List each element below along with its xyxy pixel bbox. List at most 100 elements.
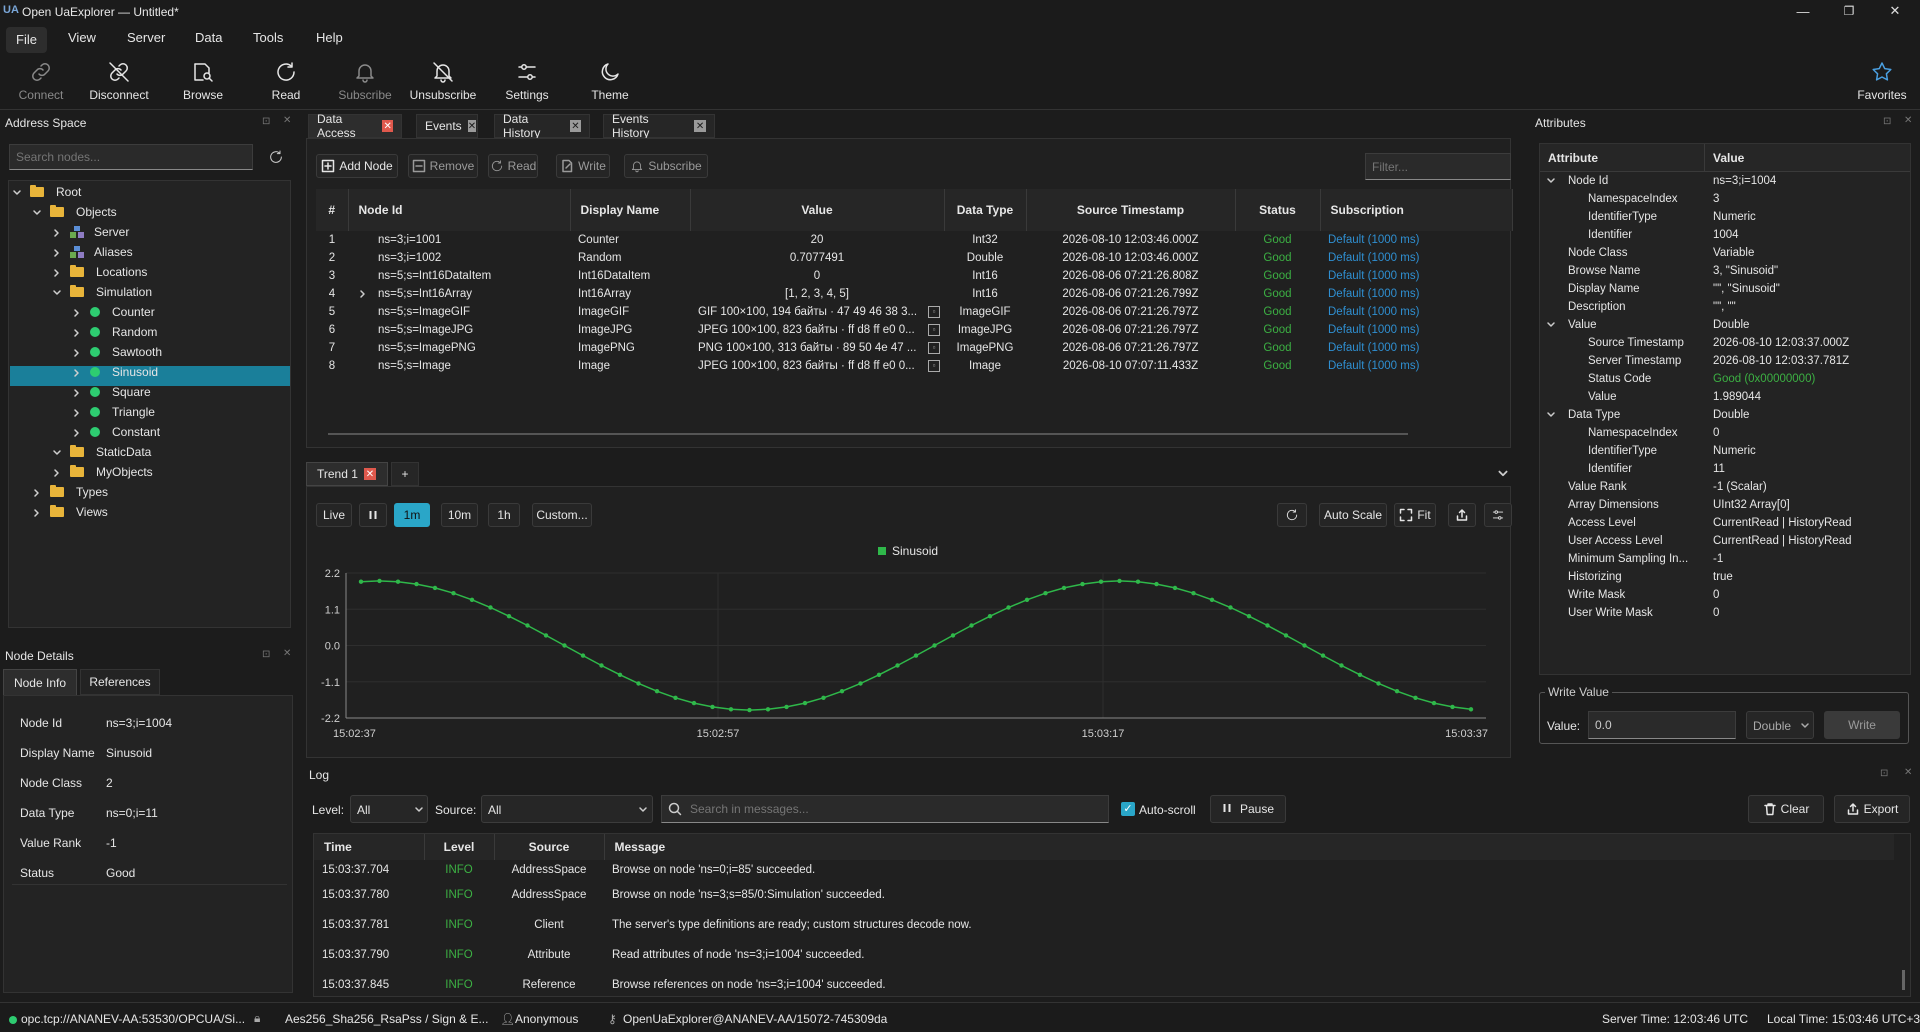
subscribe-node-button[interactable]: Subscribe	[624, 154, 708, 178]
chevron-right-icon[interactable]	[72, 387, 82, 397]
tab-events[interactable]: Events ✕	[416, 114, 478, 138]
chevron-right-icon[interactable]	[72, 367, 82, 377]
chevron-down-icon[interactable]	[1546, 320, 1556, 330]
attribute-row[interactable]: Node Class Variable	[1540, 245, 1910, 263]
close-tab-icon[interactable]: ✕	[467, 120, 477, 132]
minimize-button[interactable]: —	[1780, 0, 1826, 22]
menu-help[interactable]: Help	[306, 30, 353, 45]
close-button[interactable]: ✕	[1872, 0, 1918, 22]
disconnect-button[interactable]: Disconnect	[85, 60, 153, 106]
chevron-down-icon[interactable]	[52, 287, 62, 297]
tab-data-history[interactable]: Data History ✕	[494, 112, 590, 140]
log-search-input[interactable]	[661, 795, 1109, 823]
tab-references[interactable]: References	[80, 669, 160, 695]
chevron-down-icon[interactable]	[1546, 410, 1556, 420]
attribute-row[interactable]: Historizing true	[1540, 569, 1910, 587]
close-tab-icon[interactable]: ✕	[569, 120, 581, 132]
chevron-down-icon[interactable]	[32, 207, 42, 217]
chevron-right-icon[interactable]	[32, 487, 42, 497]
chevron-down-icon[interactable]	[638, 804, 648, 814]
attribute-row[interactable]: Value 1.989044	[1540, 389, 1910, 407]
settings-button[interactable]: Settings	[497, 60, 557, 106]
tree-item-random[interactable]: Random	[72, 322, 162, 342]
connect-button[interactable]: Connect	[12, 60, 70, 106]
menu-data[interactable]: Data	[185, 30, 232, 45]
remove-button[interactable]: Remove	[408, 154, 478, 178]
refresh-tree-icon[interactable]	[268, 149, 284, 165]
attribute-row[interactable]: NamespaceIndex 0	[1540, 425, 1910, 443]
col-header[interactable]: Data Type	[944, 189, 1027, 231]
chevron-right-icon[interactable]	[72, 407, 82, 417]
pause-icon[interactable]	[359, 503, 387, 527]
table-row[interactable]: 6 ns=5;s=ImageJPG ImageJPG JPEG 100×100, 82…	[316, 321, 1512, 339]
auto-scale-button[interactable]: Auto Scale	[1319, 503, 1387, 527]
image-preview-icon[interactable]: ▫	[928, 360, 940, 372]
chevron-right-icon[interactable]	[52, 227, 62, 237]
theme-button[interactable]: Theme	[582, 60, 638, 106]
attribute-row[interactable]: Array Dimensions UInt32 Array[0]	[1540, 497, 1910, 515]
attribute-row[interactable]: Data Type Double	[1540, 407, 1910, 425]
refresh-chart-button[interactable]	[1277, 503, 1307, 527]
tree-item-root[interactable]: Root	[12, 182, 162, 202]
export-chart-button[interactable]	[1448, 503, 1476, 527]
vertical-scrollbar[interactable]	[1902, 970, 1905, 990]
chevron-down-icon[interactable]	[12, 187, 22, 197]
add-trend-tab-button[interactable]: +	[391, 462, 419, 486]
attribute-row[interactable]: Identifier 11	[1540, 461, 1910, 479]
attribute-row[interactable]: IdentifierType Numeric	[1540, 443, 1910, 461]
horizontal-scrollbar[interactable]	[328, 433, 1408, 435]
write-value-input[interactable]	[1588, 711, 1736, 739]
chart-settings-button[interactable]	[1484, 503, 1512, 527]
image-preview-icon[interactable]: ▫	[928, 324, 940, 336]
chevron-right-icon[interactable]	[52, 247, 62, 257]
table-row[interactable]: 4 ns=5;s=Int16Array Int16Array [1, 2, 3, 4,…	[316, 285, 1512, 303]
attribute-row[interactable]: Access Level CurrentRead | HistoryRead	[1540, 515, 1910, 533]
tree-item-triangle[interactable]: Triangle	[72, 402, 162, 422]
attribute-row[interactable]: Value Rank -1 (Scalar)	[1540, 479, 1910, 497]
range-1m-button[interactable]: 1m	[394, 503, 430, 527]
chevron-right-icon[interactable]	[52, 467, 62, 477]
col-header[interactable]: Subscription	[1320, 189, 1513, 231]
attribute-row[interactable]: Source Timestamp 2026-08-10 12:03:37.000Z	[1540, 335, 1910, 353]
pin-icon[interactable]: ⊡	[262, 116, 270, 127]
chevron-down-icon[interactable]	[52, 447, 62, 457]
menu-view[interactable]: View	[58, 30, 106, 45]
tree-item-sinusoid[interactable]: Sinusoid	[72, 362, 162, 382]
tree-item-sawtooth[interactable]: Sawtooth	[72, 342, 162, 362]
col-header[interactable]: Display Name	[570, 189, 691, 231]
fit-button[interactable]: Fit	[1394, 503, 1436, 527]
col-header[interactable]: Source Timestamp	[1026, 189, 1236, 231]
attribute-row[interactable]: Identifier 1004	[1540, 227, 1910, 245]
chevron-down-icon[interactable]	[414, 804, 424, 814]
table-row[interactable]: 7 ns=5;s=ImagePNG ImagePNG PNG 100×100, 313…	[316, 339, 1512, 357]
attribute-row[interactable]: User Write Mask 0	[1540, 605, 1910, 623]
menu-file[interactable]: File	[6, 27, 47, 53]
log-row[interactable]: 15:03:37.845 INFO Reference Browse referenc…	[314, 970, 1894, 996]
tree-item-square[interactable]: Square	[72, 382, 162, 402]
unsubscribe-button[interactable]: Unsubscribe	[406, 60, 480, 106]
chevron-down-icon[interactable]	[1546, 176, 1556, 186]
filter-input[interactable]	[1365, 153, 1511, 180]
log-row[interactable]: 15:03:37.790 INFO Attribute Read attributes…	[314, 940, 1894, 970]
tree-item-myobjects[interactable]: MyObjects	[52, 462, 162, 482]
tree-item-views[interactable]: Views	[32, 502, 162, 522]
col-header[interactable]: Status	[1235, 189, 1321, 231]
attribute-row[interactable]: Node Id ns=3;i=1004	[1540, 173, 1910, 191]
pin-icon[interactable]: ⊡	[262, 649, 270, 660]
pause-log-button[interactable]: Pause	[1210, 795, 1286, 823]
menu-server[interactable]: Server	[117, 30, 175, 45]
chevron-right-icon[interactable]	[72, 307, 82, 317]
maximize-button[interactable]: ❐	[1826, 0, 1872, 22]
close-icon[interactable]: ✕	[283, 648, 291, 659]
table-row[interactable]: 2 ns=3;i=1002 Random 0.7077491 Double 2026-08…	[316, 249, 1512, 267]
chevron-right-icon[interactable]	[72, 427, 82, 437]
read-button[interactable]: Read	[256, 60, 316, 106]
tree-item-constant[interactable]: Constant	[72, 422, 162, 442]
attribute-row[interactable]: Status Code Good (0x00000000)	[1540, 371, 1910, 389]
tree-item-locations[interactable]: Locations	[52, 262, 162, 282]
image-preview-icon[interactable]: ▫	[928, 342, 940, 354]
chevron-right-icon[interactable]	[32, 507, 42, 517]
col-header[interactable]: Level	[424, 834, 495, 860]
chevron-right-icon[interactable]	[358, 289, 368, 299]
browse-button[interactable]: Browse	[172, 60, 234, 106]
